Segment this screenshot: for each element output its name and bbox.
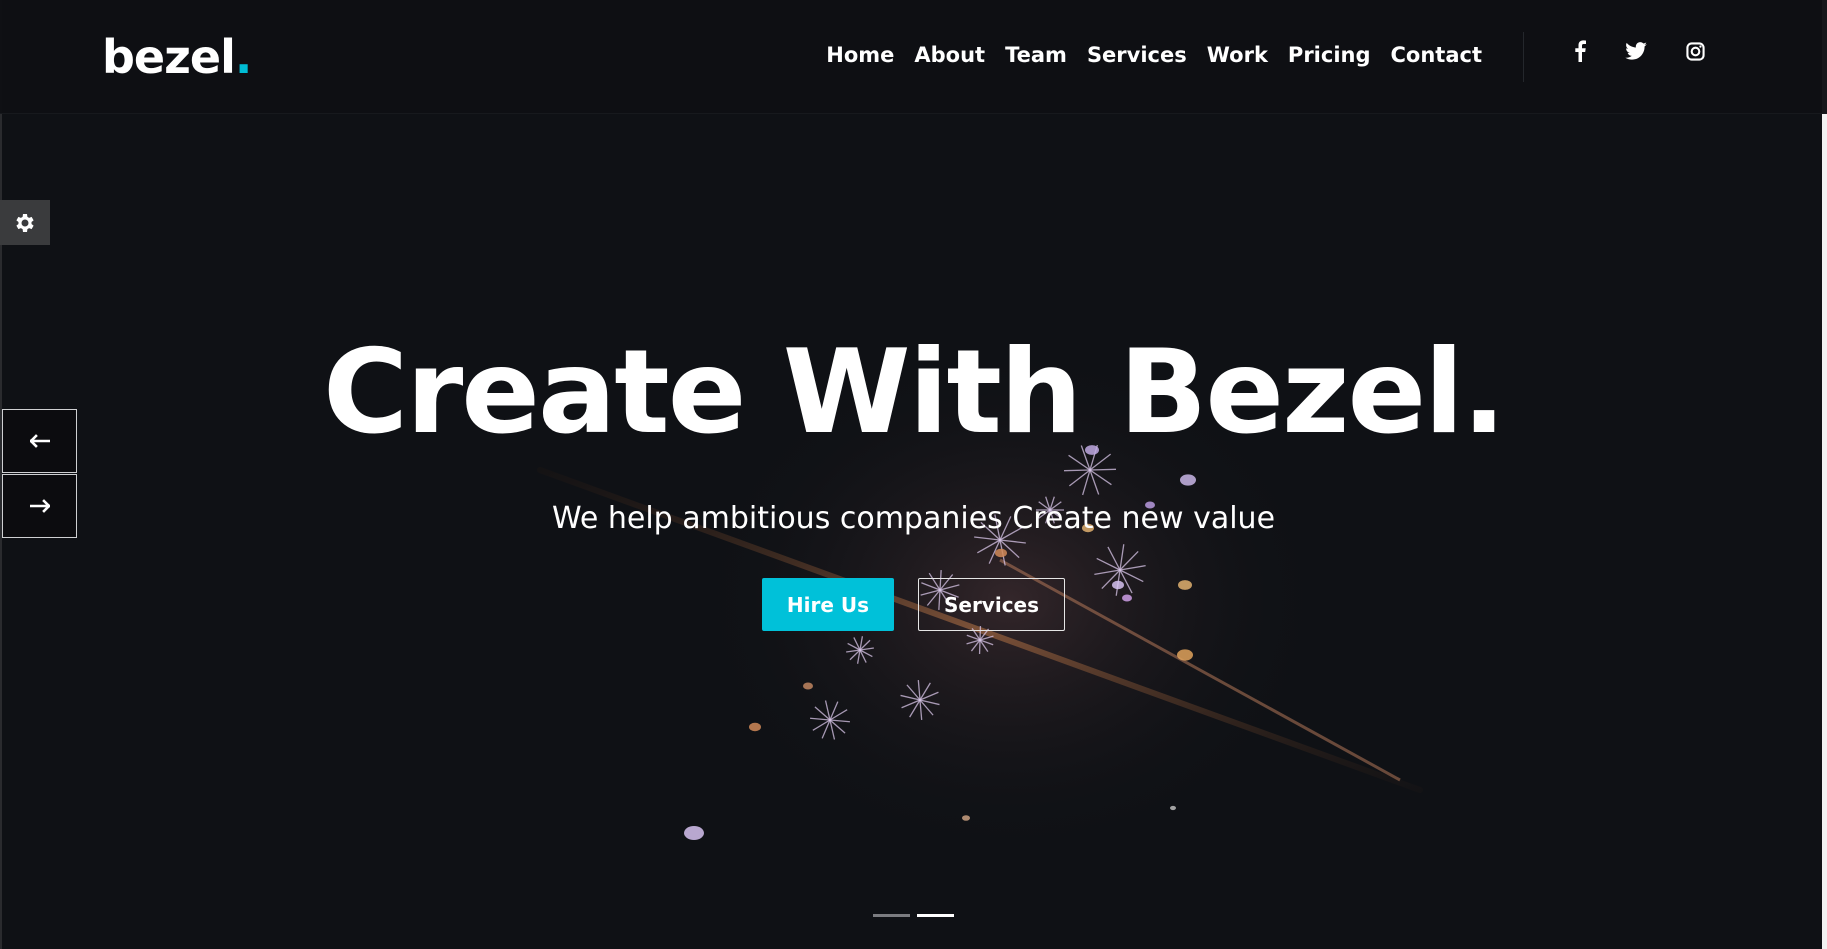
nav-item-home[interactable]: Home: [826, 40, 894, 70]
nav-item-contact[interactable]: Contact: [1391, 40, 1483, 70]
hire-us-button[interactable]: Hire Us: [762, 578, 894, 631]
instagram-icon[interactable]: [1682, 38, 1708, 64]
browser-scrollbar-edge[interactable]: [1822, 0, 1827, 949]
nav-item-pricing[interactable]: Pricing: [1288, 40, 1371, 70]
hero-subtitle: We help ambitious companies Create new v…: [551, 501, 1276, 536]
logo-text: bezel: [102, 30, 236, 84]
nav-item-services[interactable]: Services: [1087, 40, 1187, 70]
logo-dot: .: [234, 30, 253, 84]
nav-item-about[interactable]: About: [914, 40, 985, 70]
page: bezel. Home About Team Services Work Pri…: [0, 0, 1827, 949]
settings-button[interactable]: [0, 200, 50, 245]
site-header: bezel. Home About Team Services Work Pri…: [0, 0, 1827, 114]
nav-item-work[interactable]: Work: [1207, 40, 1268, 70]
nav-item-team[interactable]: Team: [1005, 40, 1067, 70]
main-nav: Home About Team Services Work Pricing Co…: [826, 40, 1482, 70]
facebook-icon[interactable]: [1567, 38, 1593, 64]
nav-divider: [1523, 32, 1524, 82]
gear-icon: [16, 213, 34, 232]
services-button[interactable]: Services: [918, 578, 1065, 631]
slide-indicator-1[interactable]: [873, 914, 910, 917]
twitter-icon[interactable]: [1623, 38, 1649, 64]
logo[interactable]: bezel.: [102, 28, 253, 86]
slide-indicator-2-active[interactable]: [917, 914, 954, 917]
hero-title: Create With Bezel.: [322, 325, 1506, 460]
hero-background-image: [0, 0, 1827, 949]
